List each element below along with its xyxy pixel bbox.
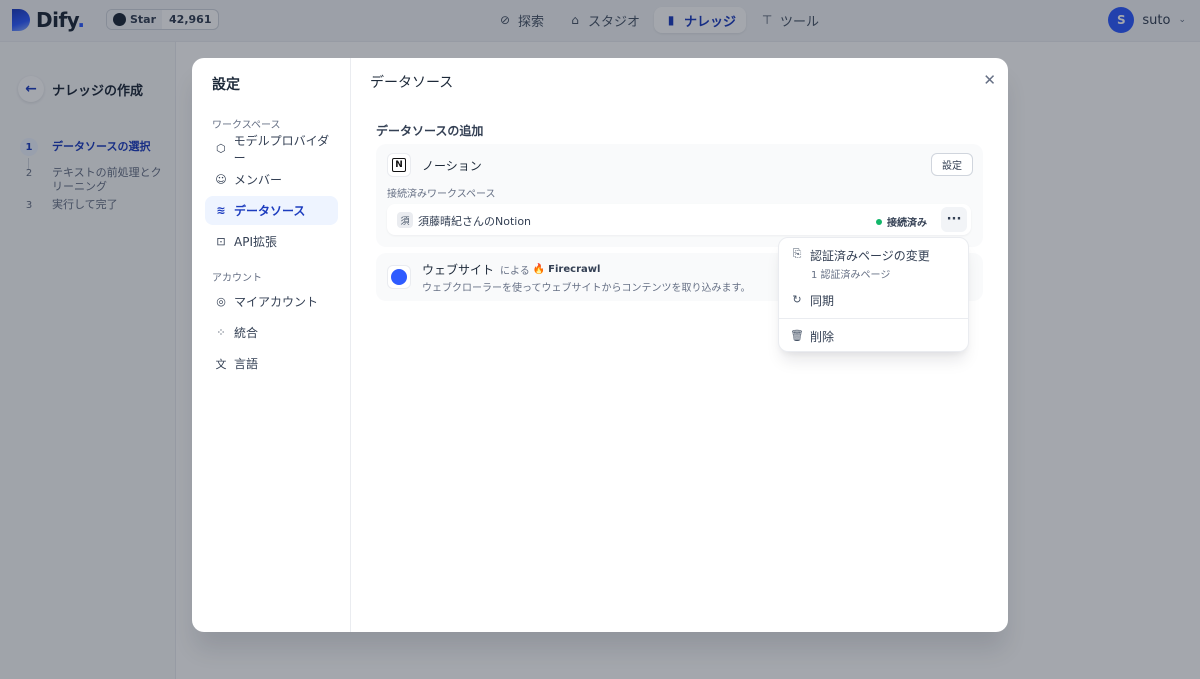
account-group-label: アカウント — [212, 273, 262, 284]
trash-icon: 🗑 — [790, 328, 804, 342]
users-icon: ☺ — [215, 173, 227, 186]
status-dot-icon — [876, 218, 882, 225]
workspace-name: 須藤晴紀さんのNotion — [418, 215, 532, 228]
grid-icon: ⁘ — [216, 326, 226, 339]
website-provider: Firecrawl — [548, 264, 601, 275]
more-horizontal-icon: ··· — [946, 212, 962, 227]
translate-icon: 文 — [215, 357, 227, 371]
menu-item-change-pages[interactable]: ⎘ 認証済みページの変更 — [791, 247, 930, 264]
status-badge: 接続済み — [876, 214, 927, 229]
website-name: ウェブサイト — [422, 263, 495, 277]
website-by: による — [500, 266, 530, 277]
sidebar-item-members[interactable]: ☺ メンバー — [205, 165, 338, 194]
globe-icon — [387, 265, 411, 289]
menu-divider — [779, 318, 968, 319]
menu-item-sync[interactable]: ↻ 同期 — [791, 292, 834, 309]
section-title: データソースの追加 — [376, 124, 484, 138]
sidebar-item-language[interactable]: 文 言語 — [205, 349, 338, 378]
sidebar-item-model-provider[interactable]: ⬡ モデルプロバイダー — [205, 134, 338, 165]
workspace-row: 須 須藤晴紀さんのNotion 接続済み ··· — [387, 204, 971, 235]
cube-icon: ⬡ — [216, 142, 226, 155]
settings-title: 設定 — [212, 77, 240, 93]
more-options-button[interactable]: ··· — [941, 207, 967, 232]
notion-source-card: N ノーション 設定 接続済みワークスペース 須 須藤晴紀さんのNotion 接… — [376, 144, 983, 247]
sidebar-item-data-source[interactable]: ≋ データソース — [205, 196, 338, 225]
website-description: ウェブクローラーを使ってウェブサイトからコンテンツを取り込みます。 — [422, 283, 751, 294]
workspace-group-label: ワークスペース — [212, 120, 281, 131]
close-icon[interactable]: ✕ — [983, 71, 996, 89]
file-edit-icon: ⎘ — [792, 247, 802, 260]
refresh-icon: ↻ — [792, 292, 802, 306]
authorized-pages-count: 1 認証済みページ — [811, 270, 891, 281]
workspace-options-menu: ⎘ 認証済みページの変更 1 認証済みページ ↻ 同期 🗑 削除 — [778, 237, 969, 352]
connected-workspaces-label: 接続済みワークスペース — [387, 189, 496, 200]
menu-item-delete[interactable]: 🗑 削除 — [790, 328, 834, 345]
sidebar-item-my-account[interactable]: ◎ マイアカウント — [205, 287, 338, 316]
notion-config-button[interactable]: 設定 — [931, 153, 973, 176]
settings-sidebar: 設定 ワークスペース ⬡ モデルプロバイダー ☺ メンバー ≋ データソース ⊡… — [192, 58, 351, 632]
workspace-avatar: 須 — [397, 212, 413, 228]
database-icon: ≋ — [216, 204, 226, 217]
fire-icon: 🔥 — [532, 264, 546, 275]
user-circle-icon: ◎ — [216, 295, 226, 308]
puzzle-icon: ⊡ — [216, 235, 226, 248]
page-title: データソース — [370, 75, 454, 91]
sidebar-item-api-extension[interactable]: ⊡ API拡張 — [205, 227, 338, 256]
sidebar-item-integrations[interactable]: ⁘ 統合 — [205, 318, 338, 347]
notion-icon: N — [387, 153, 411, 177]
notion-name: ノーション — [422, 159, 482, 173]
